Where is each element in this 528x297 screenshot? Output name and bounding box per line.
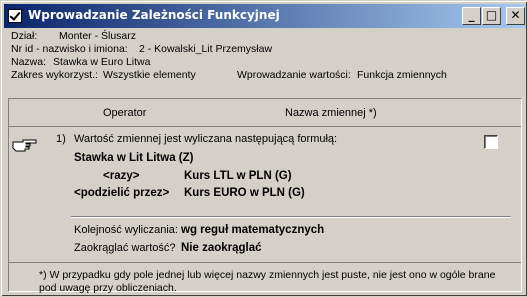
checkmark-app-icon: [8, 9, 22, 23]
wprowadzanie-label: Wprowadzanie wartości:: [237, 69, 351, 81]
nrid-label: Nr id - nazwisko i imiona:: [11, 43, 128, 55]
dialog-window: Wprowadzanie Zależności Funkcyjnej _ □ ✕…: [0, 0, 528, 297]
operator-2[interactable]: <razy>: [103, 170, 139, 182]
round-value[interactable]: Nie zaokrąglać: [181, 242, 262, 254]
wprowadzanie-value: Funkcja zmiennych: [357, 69, 447, 81]
table-header: Operator Nazwa zmiennej *): [9, 99, 521, 127]
footnote: *) W przypadku gdy pole jednej lub więce…: [39, 269, 496, 294]
footer-separator: [9, 262, 521, 263]
variable-name-column-header: Nazwa zmiennej *): [285, 107, 377, 119]
window-title: Wprowadzanie Zależności Funkcyjnej: [28, 8, 280, 22]
order-label: Kolejność wyliczania:: [74, 224, 178, 236]
row-index: 1): [56, 133, 66, 145]
dzial-value: Monter - Ślusarz: [59, 30, 137, 42]
order-value[interactable]: wg reguł matematycznych: [181, 224, 324, 236]
row-separator: [71, 216, 511, 218]
operator-column-header: Operator: [103, 107, 147, 119]
zakres-label: Zakres wykorzyst.:: [11, 69, 98, 81]
operator-3[interactable]: <podzielić przez>: [74, 187, 169, 199]
minimize-button[interactable]: _: [462, 7, 481, 25]
variable-2[interactable]: Kurs LTL w PLN (G): [184, 170, 292, 182]
nazwa-label: Nazwa:: [11, 56, 47, 68]
nazwa-value: Stawka w Euro Litwa: [53, 56, 151, 68]
variable-1[interactable]: Stawka w Lit Litwa (Z): [74, 152, 193, 164]
round-label: Zaokrąglać wartość?: [74, 242, 176, 254]
formula-panel: Operator Nazwa zmiennej *) 1) Wartość zm…: [8, 98, 522, 294]
formula-description: Wartość zmiennej jest wyliczana następuj…: [74, 133, 338, 145]
close-button[interactable]: ✕: [506, 7, 525, 25]
zakres-value: Wszystkie elementy: [103, 69, 196, 81]
maximize-button[interactable]: □: [482, 7, 501, 25]
nrid-value: 2 - Kowalski_Lit Przemysław: [139, 43, 273, 55]
dzial-label: Dział:: [11, 30, 38, 42]
pointing-hand-icon: [12, 139, 37, 152]
row-checkbox[interactable]: [484, 135, 498, 149]
variable-3[interactable]: Kurs EURO w PLN (G): [184, 187, 305, 199]
title-bar[interactable]: Wprowadzanie Zależności Funkcyjnej _ □ ✕: [4, 4, 526, 28]
